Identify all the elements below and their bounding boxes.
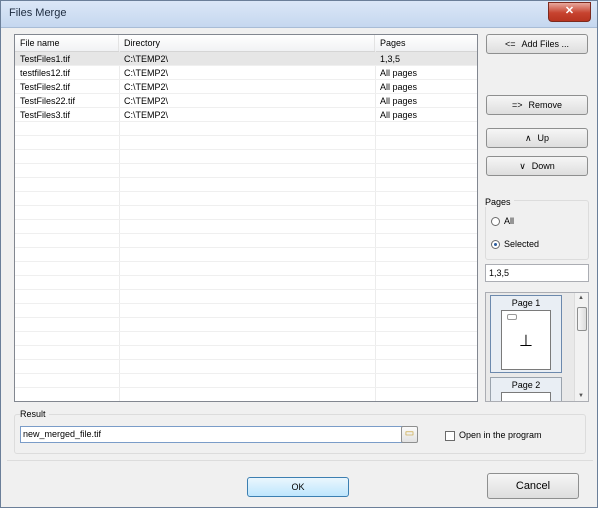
empty-row (15, 150, 477, 164)
empty-row (15, 276, 477, 290)
cancel-button[interactable]: Cancel (487, 473, 579, 499)
pages-group-label: Pages (485, 197, 514, 207)
empty-row (15, 374, 477, 388)
cell-pages: All pages (380, 110, 418, 120)
remove-label: Remove (528, 100, 563, 110)
cell-file-name: TestFiles3.tif (20, 110, 71, 120)
pages-range-input[interactable]: 1,3,5 (485, 264, 589, 282)
files-merge-window: Files Merge ✕ File name Directory Pages … (0, 0, 598, 508)
table-row[interactable]: testfiles12.tif C:\TEMP2\ All pages (15, 66, 477, 80)
open-in-program-label[interactable]: Open in the program (459, 430, 542, 440)
title-bar[interactable]: Files Merge ✕ (1, 1, 597, 28)
file-list[interactable]: File name Directory Pages TestFiles1.tif… (14, 34, 478, 402)
up-button[interactable]: ∧ Up (486, 128, 588, 148)
radio-selected[interactable] (491, 240, 500, 249)
column-header-pages[interactable]: Pages (375, 35, 477, 51)
scroll-up-icon[interactable]: ▲ (578, 295, 584, 301)
down-arrow-icon: ∨ (519, 161, 526, 171)
add-files-button[interactable]: <= Add Files ... (486, 34, 588, 54)
window-title: Files Merge (9, 7, 67, 19)
remove-button[interactable]: => Remove (486, 95, 588, 115)
add-files-label: Add Files ... (521, 39, 570, 49)
cell-pages: All pages (380, 96, 418, 106)
empty-row (15, 206, 477, 220)
empty-row (15, 192, 477, 206)
table-row[interactable]: TestFiles3.tif C:\TEMP2\ All pages (15, 108, 477, 122)
column-header-file-name[interactable]: File name (15, 35, 119, 51)
empty-row (15, 234, 477, 248)
cell-file-name: TestFiles1.tif (20, 54, 71, 64)
open-in-program-checkbox[interactable] (445, 431, 455, 441)
radio-all-label[interactable]: All (504, 216, 514, 226)
cell-pages: All pages (380, 68, 418, 78)
radio-selected-label[interactable]: Selected (504, 239, 539, 249)
page-preview[interactable]: Page 1 ⊥ Page 2 ▲ ▼ (485, 292, 589, 402)
up-label: Up (537, 133, 550, 143)
empty-row (15, 346, 477, 360)
empty-row (15, 318, 477, 332)
thumbnail-page-2[interactable]: Page 2 (490, 377, 562, 401)
empty-row (15, 304, 477, 318)
thumbnail-image (501, 392, 551, 401)
empty-row (15, 136, 477, 150)
thumbnail-label: Page 2 (511, 380, 541, 390)
add-arrow-icon: <= (504, 39, 516, 49)
folder-icon: ▭ (404, 428, 415, 439)
up-arrow-icon: ∧ (524, 133, 532, 143)
thumbnail-page-1[interactable]: Page 1 ⊥ (490, 295, 562, 373)
scrollbar-thumb[interactable] (577, 307, 587, 331)
file-list-header: File name Directory Pages (15, 35, 477, 52)
cell-directory: C:\TEMP2\ (124, 110, 169, 120)
browse-folder-button[interactable]: ▭ (401, 426, 418, 443)
empty-row (15, 290, 477, 304)
table-row[interactable]: TestFiles22.tif C:\TEMP2\ All pages (15, 94, 477, 108)
page-glyph: ⊥ (519, 333, 533, 350)
empty-row (15, 388, 477, 401)
pages-group (485, 200, 589, 260)
cell-file-name: TestFiles22.tif (20, 96, 76, 106)
empty-row (15, 360, 477, 374)
table-row[interactable]: TestFiles2.tif C:\TEMP2\ All pages (15, 80, 477, 94)
thumbnail-image: ⊥ (501, 310, 551, 370)
result-filename-input[interactable]: new_merged_file.tif (20, 426, 403, 443)
down-label: Down (531, 161, 555, 171)
result-group-label: Result (20, 409, 49, 419)
cell-directory: C:\TEMP2\ (124, 68, 169, 78)
close-button[interactable]: ✕ (548, 2, 591, 22)
cell-directory: C:\TEMP2\ (124, 82, 169, 92)
empty-row (15, 332, 477, 346)
cell-file-name: TestFiles2.tif (20, 82, 71, 92)
down-button[interactable]: ∨ Down (486, 156, 588, 176)
empty-row (15, 262, 477, 276)
preview-scrollbar[interactable]: ▲ ▼ (574, 293, 588, 401)
empty-row (15, 248, 477, 262)
empty-row (15, 220, 477, 234)
ok-button[interactable]: OK (247, 477, 349, 497)
remove-arrow-icon: => (511, 100, 523, 110)
radio-all[interactable] (491, 217, 500, 226)
printer-mark-icon (507, 314, 517, 320)
column-header-directory[interactable]: Directory (119, 35, 375, 51)
cell-file-name: testfiles12.tif (20, 68, 71, 78)
dialog-client-area: File name Directory Pages TestFiles1.tif… (7, 28, 593, 503)
thumbnail-label: Page 1 (511, 298, 541, 308)
table-row[interactable]: TestFiles1.tif C:\TEMP2\ 1,3,5 (15, 52, 477, 66)
cell-directory: C:\TEMP2\ (124, 54, 169, 64)
cell-pages: 1,3,5 (380, 54, 401, 64)
cell-directory: C:\TEMP2\ (124, 96, 169, 106)
cell-pages: All pages (380, 82, 418, 92)
empty-row (15, 122, 477, 136)
empty-row (15, 164, 477, 178)
scroll-down-icon[interactable]: ▼ (578, 393, 584, 399)
empty-row (15, 178, 477, 192)
